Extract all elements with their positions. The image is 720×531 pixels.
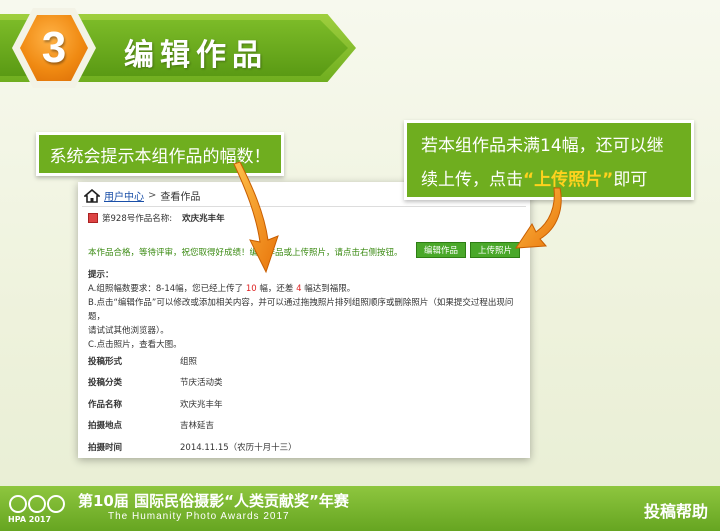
detail-label: 投稿形式 (88, 356, 123, 367)
work-icon (88, 213, 98, 223)
page-title: 编辑作品 (124, 38, 268, 73)
breadcrumb: 用户中心 > 查看作品 (84, 188, 200, 203)
detail-value: 欢庆兆丰年 (180, 399, 223, 410)
detail-value: 组照 (180, 356, 198, 367)
table-row: 作品名称 欢庆兆丰年 (88, 393, 388, 415)
callout-upload-line1: 若本组作品未满14幅，还可以继 (421, 136, 664, 156)
breadcrumb-current: 查看作品 (160, 192, 201, 203)
work-title-line: 第928号作品名称: 欢庆兆丰年 (88, 212, 225, 224)
tip-a-prefix: A.组照幅数要求：8-14幅，您已经上传了 (88, 284, 244, 294)
hpa-logo-icon (9, 495, 65, 513)
step-number: 3 (41, 23, 67, 72)
tip-a: A.组照幅数要求：8-14幅，您已经上传了 10 幅，还差 4 幅达到福限。 (88, 282, 518, 296)
callout-upload-suffix: 即可 (613, 170, 648, 190)
tips-title: 提示： (88, 270, 114, 280)
footer-title-en: The Humanity Photo Awards 2017 (108, 511, 290, 522)
arrow-left-icon (233, 161, 279, 274)
detail-label: 拍摄地点 (88, 421, 123, 432)
tip-a-mid: 幅，还差 (259, 284, 294, 294)
divider (82, 206, 526, 207)
breadcrumb-user-center-link[interactable]: 用户中心 (104, 188, 144, 203)
footer-logo-text: HPA 2017 (8, 515, 52, 524)
remaining-count: 4 (296, 284, 302, 294)
work-number-label: 第928号作品名称: (102, 214, 173, 224)
table-row: 投稿分类 节庆活动类 (88, 372, 388, 394)
tips-block: 提示： A.组照幅数要求：8-14幅，您已经上传了 10 幅，还差 4 幅达到福… (88, 268, 518, 352)
uploaded-count: 10 (245, 284, 257, 294)
tip-b-line1: B.点击“编辑作品”可以修改或添加相关内容，并可以通过拖拽照片排列组照顺序或删除… (88, 298, 514, 322)
edit-work-button[interactable]: 编辑作品 (416, 242, 466, 258)
details-table: 投稿形式 组照 投稿分类 节庆活动类 作品名称 欢庆兆丰年 拍摄地点 吉林延吉 … (88, 350, 388, 458)
detail-value: 节庆活动类 (180, 378, 223, 389)
work-name: 欢庆兆丰年 (182, 214, 225, 224)
footer-title-cn: 第10届 国际民俗摄影“人类贡献奖”年赛 (78, 492, 349, 510)
arrow-right-icon (515, 187, 562, 249)
tip-b-line2: 请试试其他浏览器）。 (88, 326, 169, 336)
table-row: 投稿形式 组照 (88, 350, 388, 372)
detail-label: 作品名称 (88, 399, 123, 410)
footer-bar: HPA 2017 第10届 国际民俗摄影“人类贡献奖”年赛 The Humani… (0, 486, 720, 531)
detail-value: 2014.11.15（农历十月十三） (180, 442, 297, 453)
detail-label: 拍摄时间 (88, 442, 123, 453)
detail-label: 投稿分类 (88, 378, 123, 389)
table-row: 拍摄地点 吉林延吉 (88, 415, 388, 437)
table-row: 拍摄时间 2014.11.15（农历十月十三） (88, 436, 388, 458)
footer-help-label: 投稿帮助 (643, 502, 708, 521)
tip-a-suffix: 幅达到福限。 (304, 284, 356, 294)
detail-value: 吉林延吉 (180, 421, 215, 432)
work-detail-panel: 用户中心 > 查看作品 第928号作品名称: 欢庆兆丰年 本作品合格，等待评审，… (78, 182, 530, 458)
home-icon[interactable] (84, 188, 100, 203)
breadcrumb-separator: > (148, 190, 157, 201)
